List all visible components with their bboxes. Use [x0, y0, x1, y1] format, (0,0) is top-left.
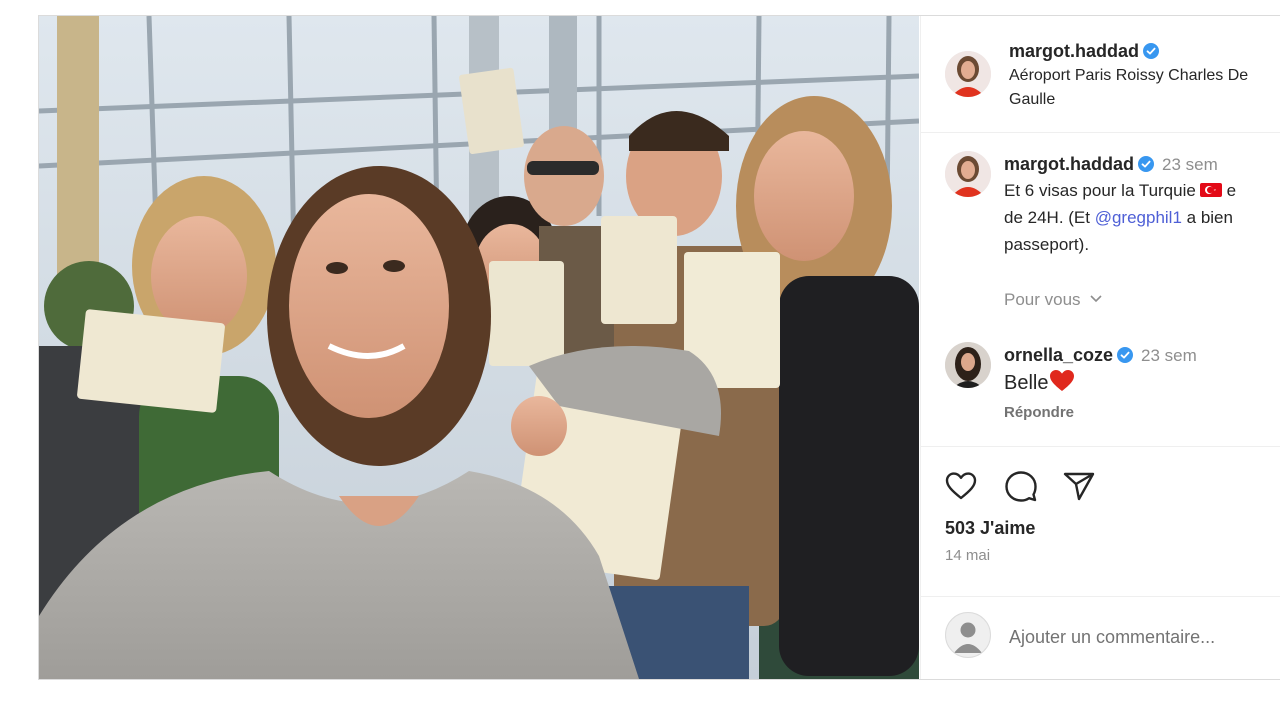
post-date[interactable]: 14 mai: [945, 547, 990, 564]
mention-link[interactable]: @gregphil1: [1095, 208, 1182, 227]
verified-badge-icon: [1117, 347, 1134, 363]
comment-text: Belle: [1004, 372, 1049, 394]
caption-text: e: [1226, 181, 1237, 200]
commenter-username[interactable]: ornella_coze: [1004, 345, 1113, 365]
current-user-avatar[interactable]: [945, 612, 991, 658]
caption-line-2: de 24H. (Et @gregphil1 a bien: [1004, 204, 1280, 231]
caption-line-3: passeport).: [1004, 235, 1090, 254]
author-username[interactable]: margot.haddad: [1009, 41, 1139, 61]
commenter-avatar[interactable]: [945, 342, 991, 388]
caption-username[interactable]: margot.haddad: [1004, 154, 1134, 174]
caption-text: de 24H. (Et: [1004, 208, 1095, 227]
comment-icon: [1005, 471, 1037, 502]
send-icon: [1063, 472, 1095, 501]
post-location[interactable]: Aéroport Paris Roissy Charles De Gaulle: [1009, 64, 1264, 112]
caption-text: Et 6 visas pour la Turquie: [1004, 181, 1196, 200]
author-info: margot.haddad Aéroport Paris Roissy Char…: [1009, 41, 1264, 112]
likes-count[interactable]: 503 J'aime: [945, 518, 1035, 539]
post-side-panel: margot.haddad Aéroport Paris Roissy Char…: [920, 16, 1280, 679]
for-you-toggle[interactable]: Pour vous: [1004, 290, 1103, 310]
commenter-avatar-image: [945, 342, 991, 388]
turkey-flag-icon: [1199, 183, 1222, 197]
divider: [921, 446, 1280, 447]
red-heart-emoji-icon: [1050, 370, 1075, 391]
caption-time[interactable]: 23 sem: [1162, 155, 1218, 174]
caption-line-1: Et 6 visas pour la Turquie e: [1004, 177, 1280, 204]
share-button[interactable]: [1061, 468, 1097, 504]
post-header: margot.haddad Aéroport Paris Roissy Char…: [921, 16, 1280, 133]
verified-badge-icon: [1138, 156, 1155, 172]
divider: [921, 596, 1280, 597]
caption-avatar[interactable]: [945, 151, 991, 197]
for-you-label: Pour vous: [1004, 290, 1081, 309]
like-button[interactable]: [943, 468, 979, 504]
comment-item: ornella_coze 23 sem Belle Répondre: [1004, 343, 1197, 422]
author-avatar[interactable]: [945, 51, 991, 97]
add-comment-input[interactable]: [1009, 623, 1279, 651]
caption-text: a bien: [1181, 208, 1233, 227]
caption-avatar-image: [945, 151, 991, 197]
default-user-icon: [954, 622, 982, 653]
verified-badge-icon: [1143, 43, 1160, 59]
author-avatar-image: [945, 51, 991, 97]
caption-block: margot.haddad 23 sem Et 6 visas pour la T…: [1004, 152, 1280, 258]
group-selfie-image: [39, 16, 919, 679]
post-photo[interactable]: [39, 16, 919, 679]
chevron-down-icon: [1090, 295, 1102, 303]
comment-button[interactable]: [1003, 468, 1039, 504]
heart-icon: [945, 472, 977, 500]
instagram-post: margot.haddad Aéroport Paris Roissy Char…: [38, 15, 1280, 680]
reply-button[interactable]: Répondre: [1004, 404, 1074, 421]
comment-time[interactable]: 23 sem: [1141, 346, 1197, 365]
